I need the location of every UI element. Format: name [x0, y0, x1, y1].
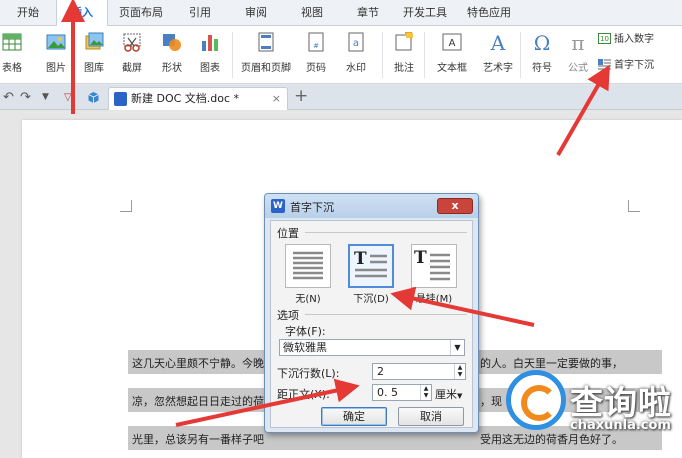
watermark-logo-icon: [506, 370, 566, 430]
arrow-to-line-settings: [175, 378, 360, 427]
arrow-to-drop-cap: [556, 64, 610, 156]
site-watermark: 查询啦 chaxunla.com: [498, 362, 682, 458]
arrow-to-dropped-option: [390, 286, 535, 327]
watermark-domain: chaxunla.com: [570, 418, 671, 433]
watermark-name: 查询啦: [570, 383, 672, 422]
